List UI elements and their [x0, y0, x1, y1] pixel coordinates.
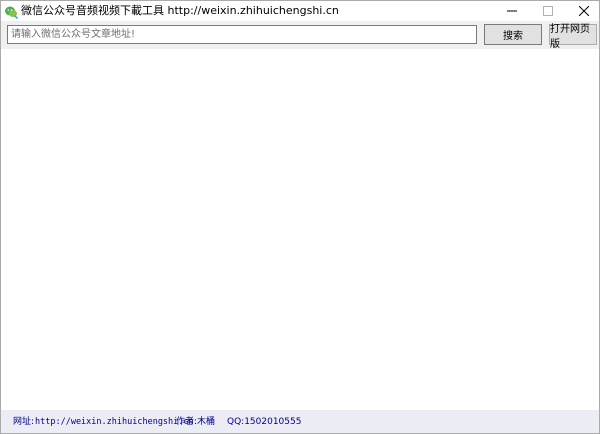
- url-input[interactable]: [7, 25, 477, 44]
- search-button[interactable]: 搜索: [484, 24, 542, 45]
- maximize-icon: [543, 6, 553, 16]
- toolbar: 搜索 打开网页版: [1, 21, 599, 50]
- close-icon: [579, 6, 589, 16]
- close-button[interactable]: [567, 1, 599, 21]
- app-window: 微信公众号音频视频下載工具 http://weixin.zhihuichengs…: [0, 0, 600, 434]
- website-url: http://weixin.zhihuichengshi.cn: [35, 417, 194, 427]
- status-bar: 网址: http://weixin.zhihuichengshi.cn 作者:木…: [1, 410, 599, 433]
- author-text: 作者:木桶: [176, 417, 216, 427]
- title-bar[interactable]: 微信公众号音频视频下載工具 http://weixin.zhihuichengs…: [1, 1, 599, 21]
- minimize-icon: [507, 10, 517, 12]
- app-icon: [4, 4, 19, 20]
- content-area[interactable]: [1, 49, 599, 410]
- open-web-version-button[interactable]: 打开网页版: [549, 24, 597, 50]
- minimize-button[interactable]: [495, 1, 529, 21]
- window-title: 微信公众号音频视频下載工具 http://weixin.zhihuichengs…: [21, 4, 339, 17]
- maximize-button[interactable]: [531, 1, 565, 21]
- qq-text: QQ:1502010555: [227, 417, 302, 427]
- website-label: 网址:: [13, 417, 35, 427]
